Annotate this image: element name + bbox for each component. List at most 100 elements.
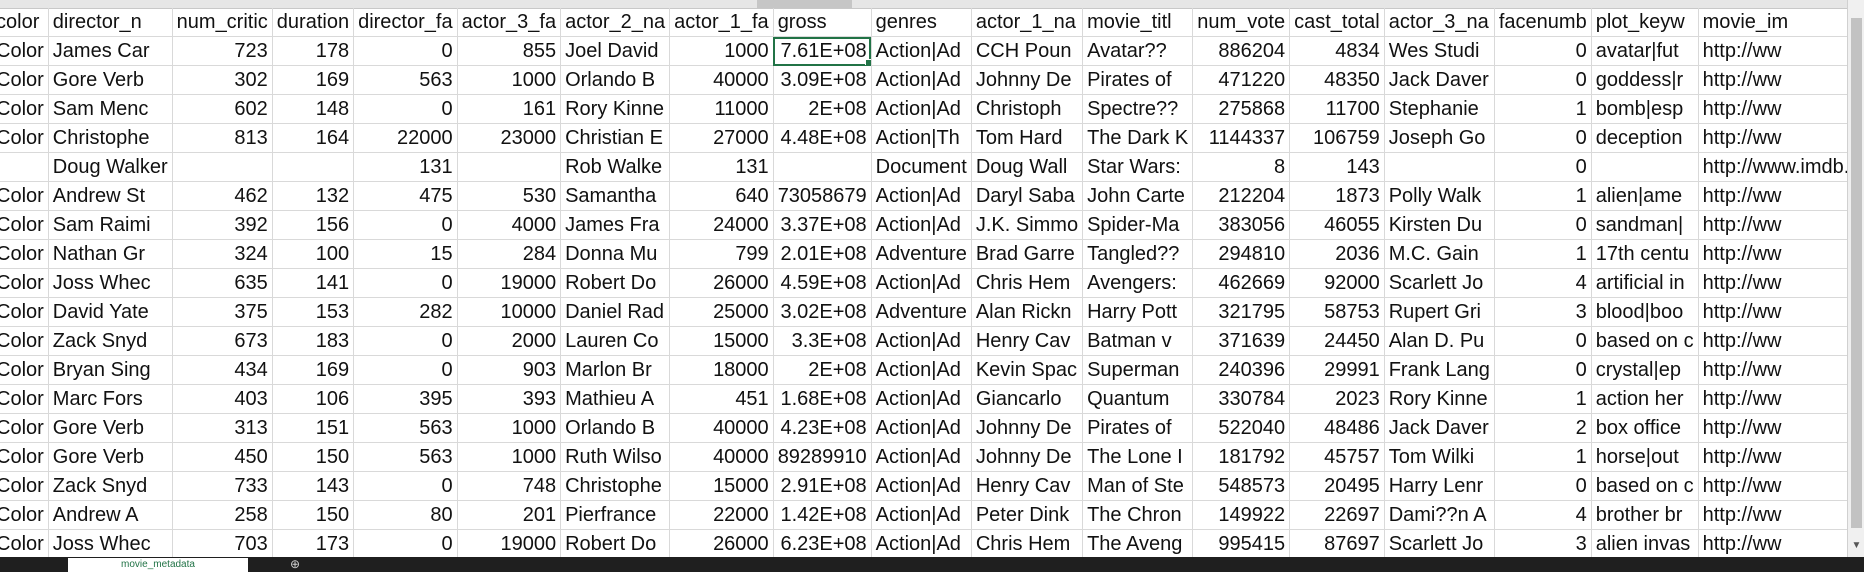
cell-actor-3-facebook-likes[interactable]: 530: [457, 181, 562, 212]
vertical-scrollbar[interactable]: ▼: [1847, 0, 1864, 557]
cell-num-critic-for-reviews[interactable]: 434: [172, 355, 273, 386]
cell-color[interactable]: Color: [0, 471, 49, 502]
cell-num-critic-for-reviews[interactable]: 450: [172, 442, 273, 473]
cell-gross[interactable]: [773, 152, 872, 183]
cell-movie-imdb-link[interactable]: http://ww: [1698, 297, 1847, 328]
cell-actor-1-name[interactable]: Tom Hard: [971, 123, 1084, 154]
cell-cast-total-facebook-likes[interactable]: 92000: [1289, 268, 1385, 299]
cell-num-voted-users[interactable]: 8: [1192, 152, 1291, 183]
cell-actor-2-name[interactable]: Robert Do: [560, 529, 671, 557]
cell-genres[interactable]: Action|Ad: [871, 471, 972, 502]
cell-actor-1-name[interactable]: Johnny De: [971, 413, 1084, 444]
cell-cast-total-facebook-likes[interactable]: 29991: [1289, 355, 1385, 386]
cell-facenumber-in-poster[interactable]: 0: [1494, 152, 1592, 183]
cell-gross[interactable]: 89289910: [773, 442, 872, 473]
cell-cast-total-facebook-likes[interactable]: 20495: [1289, 471, 1385, 502]
cell-cast-total-facebook-likes[interactable]: 46055: [1289, 210, 1385, 241]
cell-actor-1-facebook-likes[interactable]: 27000: [669, 123, 774, 154]
cell-num-voted-users[interactable]: 240396: [1192, 355, 1291, 386]
cell-actor-1-name[interactable]: Johnny De: [971, 442, 1084, 473]
cell-director-facebook-likes[interactable]: 0: [353, 529, 458, 557]
cell-movie-imdb-link[interactable]: http://ww: [1698, 210, 1847, 241]
cell-color[interactable]: Color: [0, 500, 49, 531]
cell-actor-3-facebook-likes[interactable]: 201: [457, 500, 562, 531]
cell-plot-keywords[interactable]: action her: [1591, 384, 1699, 415]
cell-genres[interactable]: Action|Th: [871, 123, 972, 154]
cell-cast-total-facebook-likes[interactable]: 58753: [1289, 297, 1385, 328]
cell-num-critic-for-reviews[interactable]: 302: [172, 65, 273, 96]
cell-genres[interactable]: Action|Ad: [871, 65, 972, 96]
header-cell-color[interactable]: color: [0, 8, 49, 38]
cell-color[interactable]: Color: [0, 413, 49, 444]
header-cell-gross[interactable]: gross: [773, 8, 872, 38]
cell-num-voted-users[interactable]: 886204: [1192, 36, 1291, 67]
cell-movie-imdb-link[interactable]: http://ww: [1698, 94, 1847, 125]
cell-movie-title[interactable]: Superman: [1082, 355, 1194, 386]
cell-plot-keywords[interactable]: horse|out: [1591, 442, 1699, 473]
cell-actor-3-name[interactable]: Stephanie: [1384, 94, 1495, 125]
cell-facenumber-in-poster[interactable]: 0: [1494, 36, 1592, 67]
cell-color[interactable]: Color: [0, 94, 49, 125]
cell-gross[interactable]: 2E+08: [773, 94, 872, 125]
cell-genres[interactable]: Action|Ad: [871, 36, 972, 67]
cell-actor-2-name[interactable]: Rory Kinne: [560, 94, 671, 125]
cell-cast-total-facebook-likes[interactable]: 24450: [1289, 326, 1385, 357]
cell-num-critic-for-reviews[interactable]: 703: [172, 529, 273, 557]
cell-actor-3-name[interactable]: Joseph Go: [1384, 123, 1495, 154]
cell-actor-2-name[interactable]: Lauren Co: [560, 326, 671, 357]
spreadsheet-grid[interactable]: color director_n num_critic duration directo…: [0, 8, 1847, 557]
cell-actor-2-name[interactable]: Orlando B: [560, 413, 671, 444]
cell-movie-title[interactable]: The Chron: [1082, 500, 1194, 531]
cell-movie-title[interactable]: Star Wars:: [1082, 152, 1194, 183]
sheet-tab-active[interactable]: movie_metadata: [68, 558, 248, 572]
cell-actor-2-name[interactable]: Pierfrance: [560, 500, 671, 531]
cell-cast-total-facebook-likes[interactable]: 48350: [1289, 65, 1385, 96]
cell-plot-keywords[interactable]: [1591, 152, 1699, 183]
cell-movie-imdb-link[interactable]: http://ww: [1698, 413, 1847, 444]
cell-plot-keywords[interactable]: avatar|fut: [1591, 36, 1699, 67]
cell-num-critic-for-reviews[interactable]: 375: [172, 297, 273, 328]
cell-actor-3-name[interactable]: Dami??n A: [1384, 500, 1495, 531]
cell-num-voted-users[interactable]: 462669: [1192, 268, 1291, 299]
cell-num-voted-users[interactable]: 275868: [1192, 94, 1291, 125]
header-cell-facenumber-in-poster[interactable]: facenumb: [1494, 8, 1592, 38]
cell-num-critic-for-reviews[interactable]: [172, 152, 273, 183]
cell-actor-2-name[interactable]: Christophe: [560, 471, 671, 502]
cell-actor-3-facebook-likes[interactable]: 393: [457, 384, 562, 415]
cell-director-name[interactable]: Gore Verb: [48, 442, 173, 473]
cell-gross[interactable]: 4.23E+08: [773, 413, 872, 444]
cell-genres[interactable]: Action|Ad: [871, 442, 972, 473]
cell-num-voted-users[interactable]: 371639: [1192, 326, 1291, 357]
cell-actor-2-name[interactable]: Joel David: [560, 36, 671, 67]
cell-num-voted-users[interactable]: 1144337: [1192, 123, 1291, 154]
cell-actor-1-facebook-likes[interactable]: 640: [669, 181, 774, 212]
cell-actor-1-facebook-likes[interactable]: 25000: [669, 297, 774, 328]
cell-director-name[interactable]: Marc Fors: [48, 384, 173, 415]
cell-actor-3-name[interactable]: Wes Studi: [1384, 36, 1495, 67]
cell-actor-3-name[interactable]: Scarlett Jo: [1384, 268, 1495, 299]
cell-director-facebook-likes[interactable]: 395: [353, 384, 458, 415]
cell-actor-3-name[interactable]: Kirsten Du: [1384, 210, 1495, 241]
header-cell-num-critic-for-reviews[interactable]: num_critic: [172, 8, 273, 38]
cell-director-name[interactable]: Andrew A: [48, 500, 173, 531]
cell-movie-title[interactable]: Avengers:: [1082, 268, 1194, 299]
cell-facenumber-in-poster[interactable]: 0: [1494, 123, 1592, 154]
cell-genres[interactable]: Action|Ad: [871, 413, 972, 444]
cell-color[interactable]: Color: [0, 36, 49, 67]
cell-movie-imdb-link[interactable]: http://ww: [1698, 500, 1847, 531]
cell-movie-title[interactable]: Pirates of: [1082, 65, 1194, 96]
cell-actor-3-facebook-likes[interactable]: 855: [457, 36, 562, 67]
cell-actor-2-name[interactable]: Marlon Br: [560, 355, 671, 386]
cell-num-critic-for-reviews[interactable]: 813: [172, 123, 273, 154]
cell-color[interactable]: Color: [0, 123, 49, 154]
cell-duration[interactable]: 169: [272, 65, 355, 96]
cell-gross[interactable]: 2E+08: [773, 355, 872, 386]
cell-actor-3-facebook-likes[interactable]: 1000: [457, 413, 562, 444]
cell-num-voted-users[interactable]: 321795: [1192, 297, 1291, 328]
cell-actor-3-name[interactable]: Rupert Gri: [1384, 297, 1495, 328]
cell-movie-imdb-link[interactable]: http://ww: [1698, 529, 1847, 557]
cell-director-facebook-likes[interactable]: 0: [353, 36, 458, 67]
cell-gross[interactable]: 3.3E+08: [773, 326, 872, 357]
cell-director-facebook-likes[interactable]: 22000: [353, 123, 458, 154]
scrollbar-thumb[interactable]: [1851, 18, 1862, 528]
